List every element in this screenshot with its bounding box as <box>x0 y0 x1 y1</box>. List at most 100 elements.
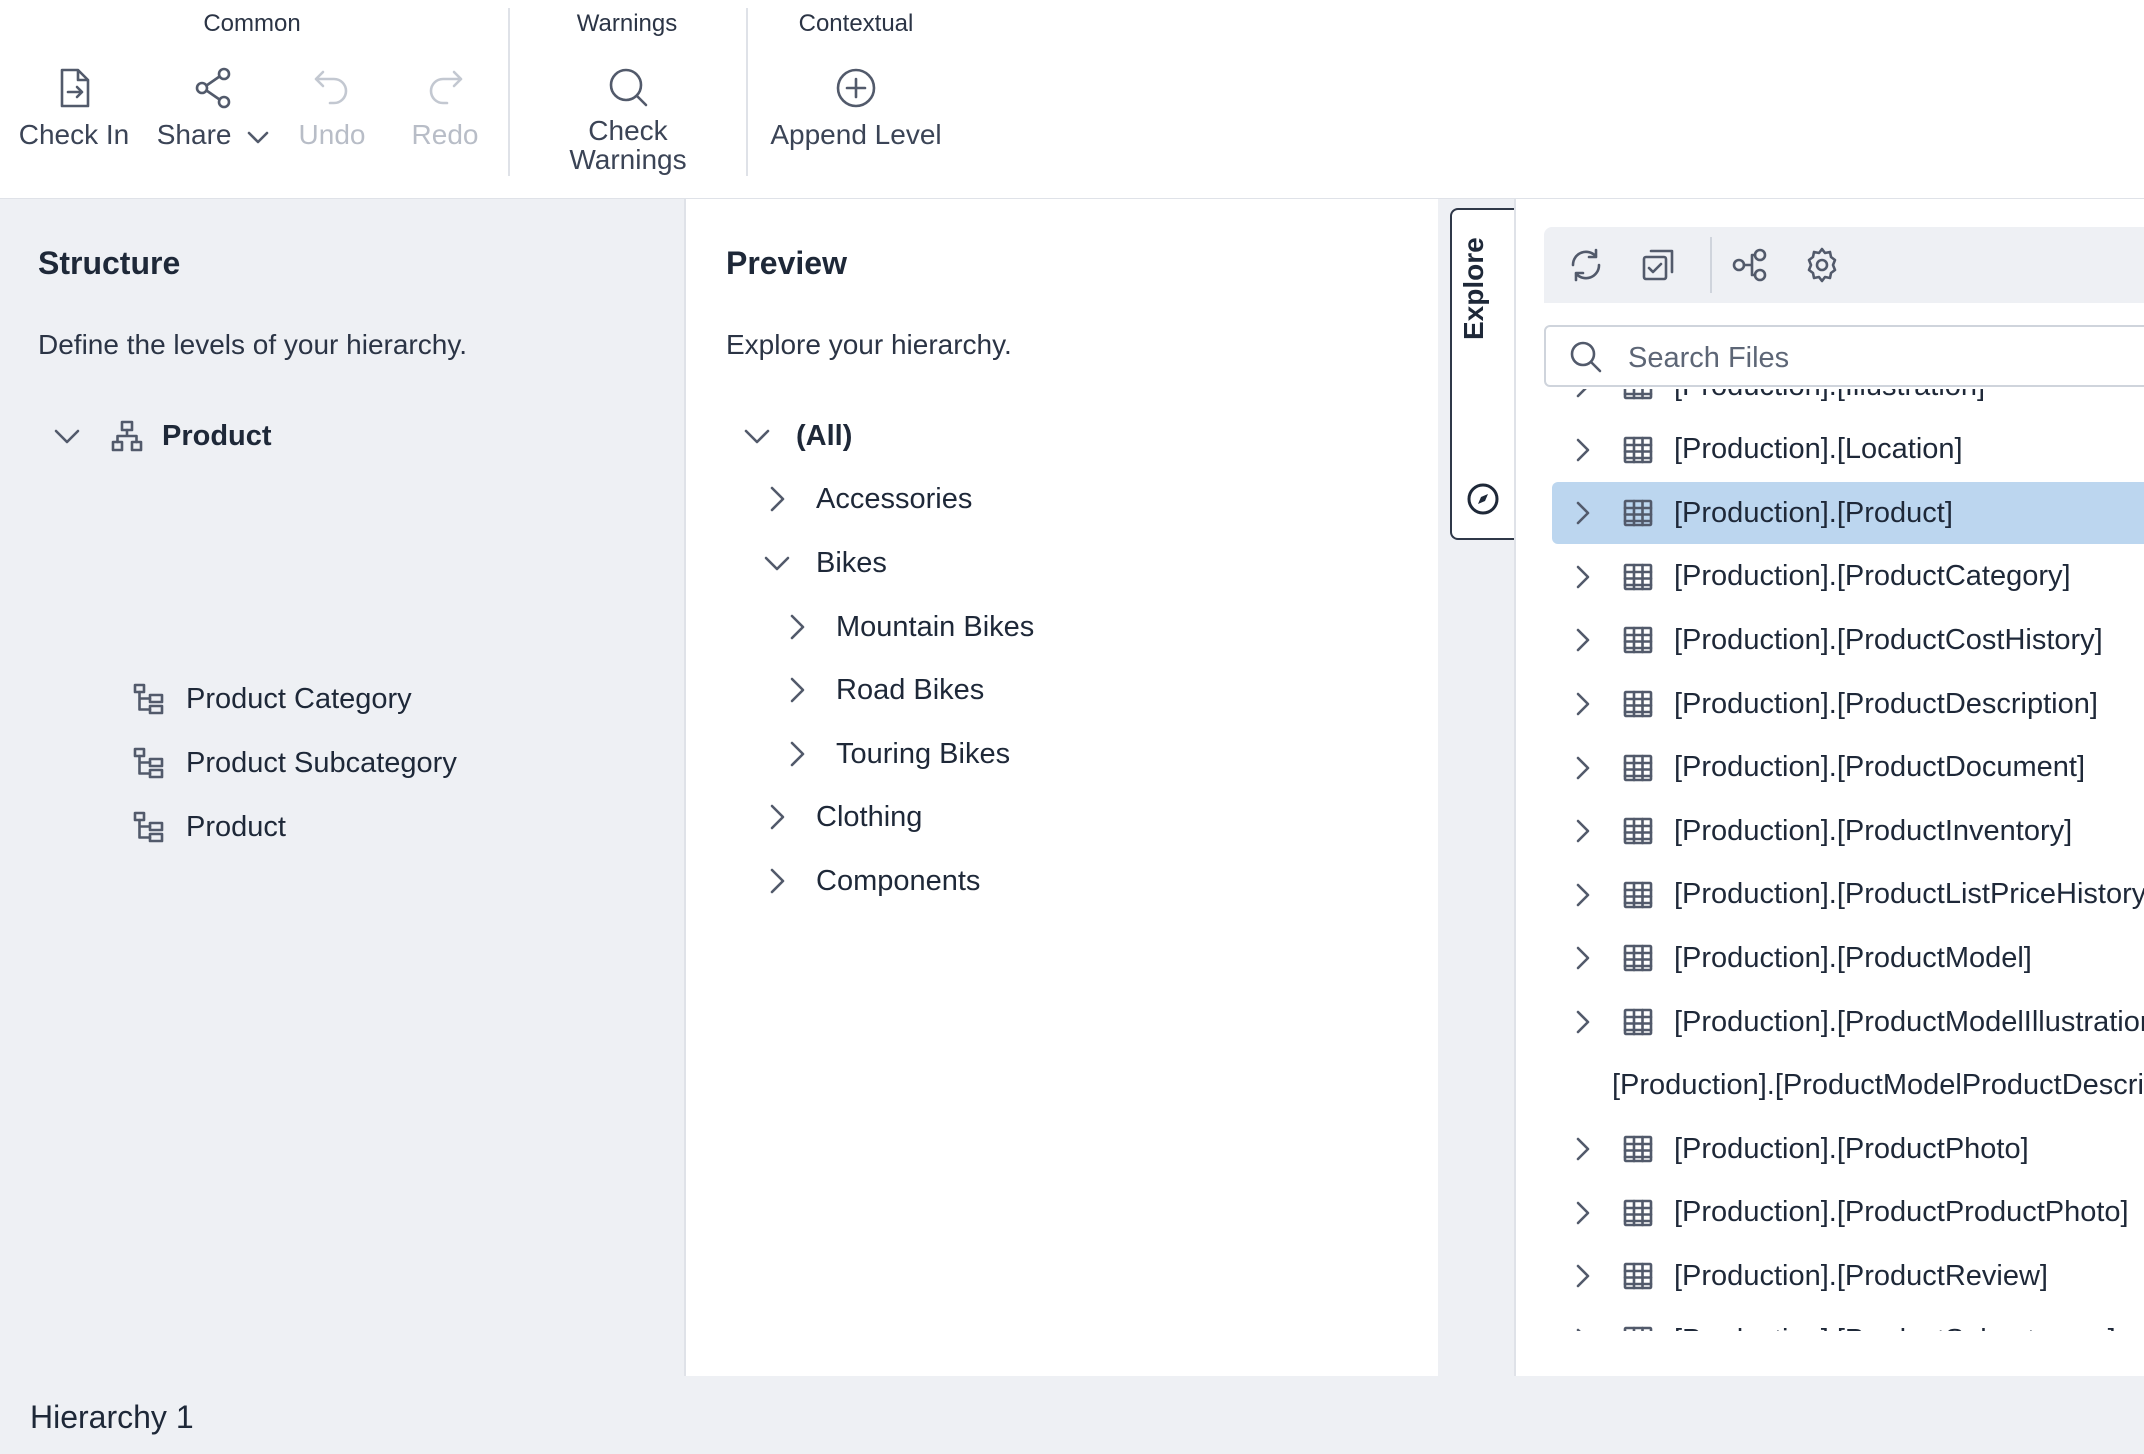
tree-node-bikes[interactable]: Bikes <box>760 537 887 589</box>
tree-node-touring-bikes[interactable]: Touring Bikes <box>780 728 1010 780</box>
tree-node-road-bikes[interactable]: Road Bikes <box>780 664 984 716</box>
check-in-button[interactable]: Check In <box>14 64 134 149</box>
chevron-right-icon[interactable] <box>1568 816 1598 846</box>
footer-bar: Hierarchy 1 <box>0 1377 2144 1454</box>
ribbon-divider <box>746 8 748 176</box>
file-row[interactable]: [Production].[Illustration] <box>1552 389 2144 417</box>
structure-subtitle: Define the levels of your hierarchy. <box>38 329 468 360</box>
explore-tab[interactable]: Explore <box>1450 208 1514 540</box>
file-browser-panel: [Production].[Illustration] [Production].… <box>1514 199 2144 1376</box>
file-row[interactable]: [Production].[ProductModelIllustration] <box>1552 991 2144 1053</box>
table-icon <box>1623 436 1653 463</box>
chevron-right-icon[interactable] <box>780 673 814 707</box>
select-all-icon[interactable] <box>1638 245 1678 285</box>
chevron-right-icon[interactable] <box>760 482 794 516</box>
tree-node-accessories[interactable]: Accessories <box>760 473 972 525</box>
tree-node-mountain-bikes[interactable]: Mountain Bikes <box>780 601 1034 653</box>
hierarchy-tab[interactable]: Hierarchy 1 <box>30 1399 194 1436</box>
file-row[interactable]: [Production].[ProductDescription] <box>1552 673 2144 735</box>
chevron-right-icon[interactable] <box>1568 1007 1598 1037</box>
chevron-right-icon[interactable] <box>1568 625 1598 655</box>
check-warnings-button[interactable]: Check Warnings <box>548 64 708 174</box>
file-row[interactable]: [Production].[Product] <box>1552 482 2144 545</box>
file-row[interactable]: [Production].[ProductModel] <box>1552 927 2144 989</box>
chevron-right-icon[interactable] <box>760 800 794 834</box>
file-row[interactable]: [Production].[ProductCostHistory] <box>1552 609 2144 671</box>
plus-circle-icon <box>836 68 876 108</box>
chevron-right-icon[interactable] <box>1568 1325 1598 1331</box>
undo-icon <box>314 70 348 105</box>
structure-level-product-subcategory[interactable]: Product Subcategory <box>132 737 457 789</box>
file-row[interactable]: [Production].[ProductPhoto] <box>1552 1118 2144 1180</box>
chevron-right-icon[interactable] <box>780 737 814 771</box>
file-row-label: [Production].[ProductProductPhoto] <box>1674 1196 2129 1229</box>
file-row[interactable]: [Production].[ProductInventory] <box>1552 800 2144 862</box>
file-row[interactable]: [Production].[ProductModelProductDescrip… <box>1552 1055 2144 1117</box>
check-warnings-label-line1: Check <box>588 115 668 146</box>
chevron-right-icon[interactable] <box>1568 389 1598 401</box>
chevron-down-icon[interactable] <box>50 419 84 453</box>
settings-icon[interactable] <box>1802 245 1842 285</box>
ribbon-toolbar: Common Warnings Contextual Check In Shar… <box>0 0 2144 199</box>
search-icon <box>609 68 648 107</box>
table-icon <box>1623 945 1653 972</box>
level-icon <box>133 811 164 843</box>
structure-level-label: Product <box>186 810 286 843</box>
structure-level-label: Product Subcategory <box>186 746 457 779</box>
share-label: Share <box>156 119 232 150</box>
chevron-right-icon[interactable] <box>1568 1261 1598 1291</box>
chevron-right-icon[interactable] <box>1568 880 1598 910</box>
share-icon <box>195 67 231 109</box>
tree-node-label: Clothing <box>816 800 923 833</box>
chevron-right-icon[interactable] <box>1568 498 1598 528</box>
chevron-right-icon[interactable] <box>1568 943 1598 973</box>
file-row-label: [Production].[Illustration] <box>1674 389 1985 403</box>
group-title-common: Common <box>203 10 301 37</box>
chevron-down-icon <box>247 131 269 143</box>
chevron-right-icon[interactable] <box>1568 1198 1598 1228</box>
preview-panel: Preview Explore your hierarchy. (All) Ac… <box>686 199 1438 1376</box>
file-row[interactable]: [Production].[Location] <box>1552 419 2144 481</box>
table-icon <box>1623 563 1653 591</box>
append-level-button[interactable]: Append Level <box>761 64 951 149</box>
tree-node-clothing[interactable]: Clothing <box>760 791 922 843</box>
redo-button[interactable]: Redo <box>385 64 505 149</box>
structure-root-product[interactable]: Product <box>50 410 272 462</box>
file-row-label: [Production].[ProductSubcategory] <box>1674 1324 2116 1332</box>
chevron-right-icon[interactable] <box>780 610 814 644</box>
share-button[interactable]: Share <box>154 64 274 150</box>
file-row[interactable]: [Production].[ProductDocument] <box>1552 737 2144 799</box>
file-browser-toolbar <box>1544 227 2144 303</box>
tree-node-components[interactable]: Components <box>760 855 980 907</box>
file-row-label: [Production].[Location] <box>1674 433 1963 466</box>
file-row[interactable]: [Production].[ProductReview] <box>1552 1245 2144 1307</box>
file-row[interactable]: [Production].[ProductCategory] <box>1552 546 2144 608</box>
chevron-right-icon[interactable] <box>1568 689 1598 719</box>
hierarchy-icon <box>111 420 143 452</box>
search-files-input[interactable] <box>1626 337 2144 379</box>
file-row[interactable]: [Production].[ProductProductPhoto] <box>1552 1182 2144 1244</box>
preview-title: Preview <box>726 245 847 281</box>
file-row[interactable]: [Production].[ProductSubcategory] <box>1552 1309 2144 1331</box>
chevron-right-icon[interactable] <box>1568 435 1598 465</box>
structure-level-product[interactable]: Product <box>132 801 286 853</box>
append-level-label: Append Level <box>770 119 942 150</box>
chevron-right-icon[interactable] <box>1568 1134 1598 1164</box>
refresh-icon[interactable] <box>1566 245 1606 285</box>
file-row-label: [Production].[ProductDescription] <box>1674 687 2098 720</box>
table-icon <box>1623 389 1653 400</box>
table-icon <box>1623 1135 1653 1163</box>
chevron-down-icon[interactable] <box>740 419 774 453</box>
structure-level-product-category[interactable]: Product Category <box>132 673 412 725</box>
chevron-right-icon[interactable] <box>760 864 794 898</box>
chevron-right-icon[interactable] <box>1568 753 1598 783</box>
undo-button[interactable]: Undo <box>272 64 392 149</box>
chevron-right-icon[interactable] <box>1568 562 1598 592</box>
chevron-down-icon[interactable] <box>760 546 794 580</box>
file-row[interactable]: [Production].[ProductListPriceHistory] <box>1552 864 2144 926</box>
tree-node-all[interactable]: (All) <box>740 410 852 462</box>
file-row-label: [Production].[ProductInventory] <box>1674 814 2073 847</box>
relationships-icon[interactable] <box>1730 245 1770 285</box>
tree-node-label: Mountain Bikes <box>836 610 1035 643</box>
redo-label: Redo <box>411 119 479 150</box>
